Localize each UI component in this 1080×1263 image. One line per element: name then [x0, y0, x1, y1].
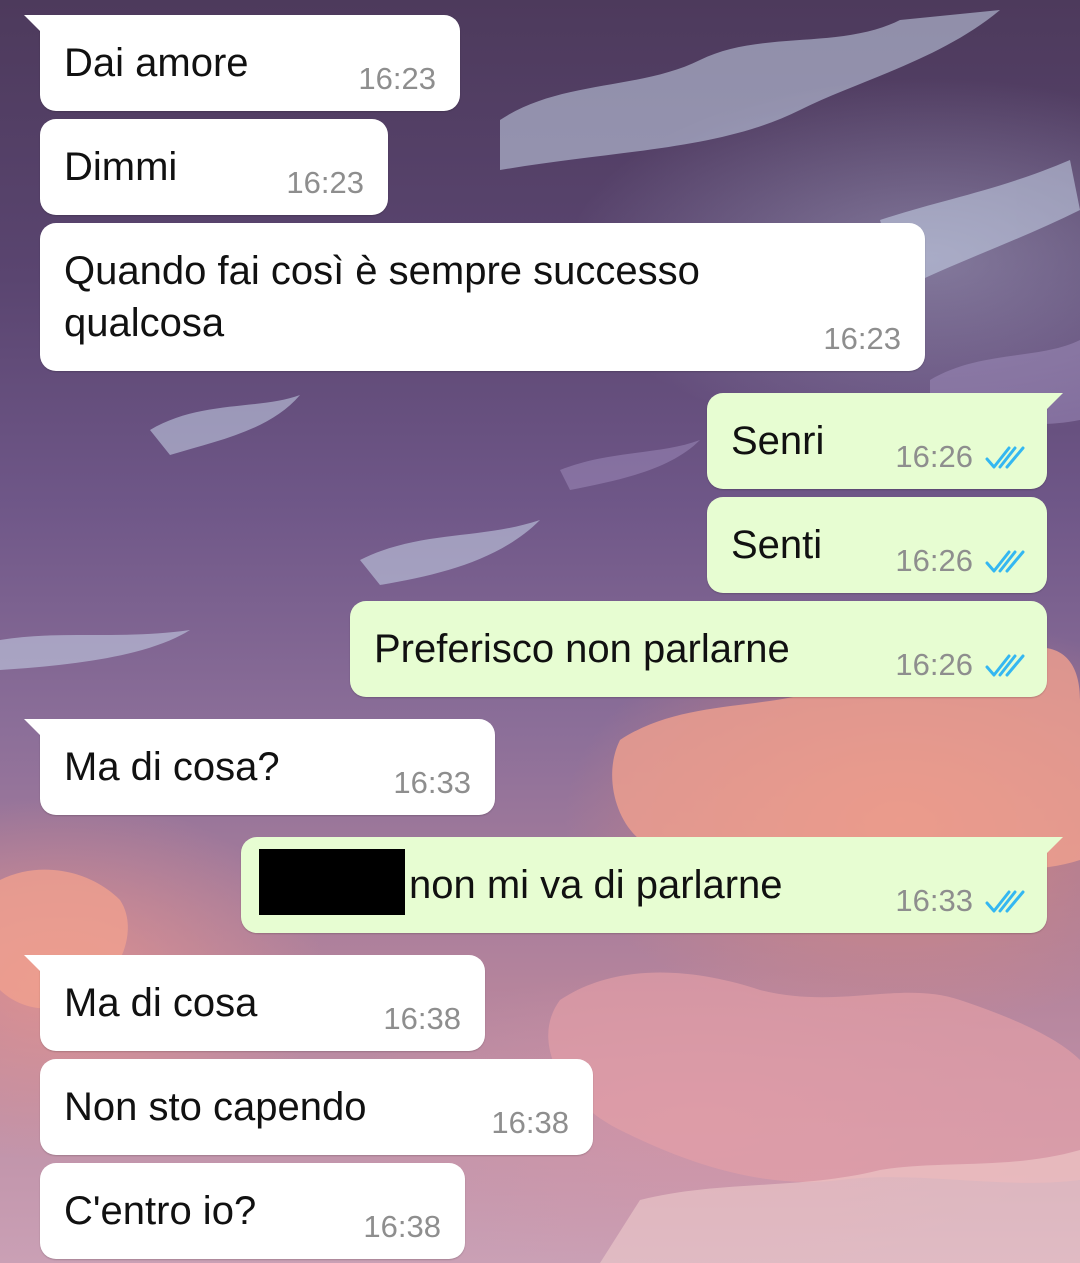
message-text: Quando fai così è sempre successo qualco… [64, 249, 700, 345]
message-text: Senri [731, 419, 825, 463]
message-time: 16:33 [895, 883, 973, 918]
message-time: 16:38 [491, 1105, 569, 1140]
message-time: 16:33 [393, 765, 471, 800]
incoming-message[interactable]: C'entro io? 16:38 [40, 1163, 465, 1259]
message-text: Dai amore [64, 41, 249, 85]
message-text: Dimmi [64, 145, 178, 189]
message-time: 16:23 [286, 165, 364, 200]
incoming-message[interactable]: Ma di cosa 16:38 [24, 955, 485, 1051]
read-receipt-icon [985, 890, 1025, 913]
read-receipt-icon [985, 550, 1025, 573]
message-text: Preferisco non parlarne [374, 627, 790, 671]
read-receipt-icon [985, 446, 1025, 469]
message-time: 16:38 [363, 1209, 441, 1244]
message-time: 16:38 [383, 1001, 461, 1036]
message-time: 16:26 [895, 543, 973, 578]
redaction-box [259, 849, 405, 915]
message-text: Ma di cosa [64, 981, 258, 1025]
message-text: non mi va di parlarne [409, 863, 783, 907]
incoming-message[interactable]: Non sto capendo 16:38 [40, 1059, 593, 1155]
incoming-message[interactable]: Ma di cosa? 16:33 [24, 719, 495, 815]
message-time: 16:26 [895, 647, 973, 682]
outgoing-message[interactable]: Preferisco non parlarne 16:26 [350, 601, 1047, 697]
message-time: 16:23 [358, 61, 436, 96]
incoming-message[interactable]: Dimmi 16:23 [40, 119, 388, 215]
message-text: Non sto capendo [64, 1085, 367, 1129]
message-time: 16:23 [823, 321, 901, 356]
incoming-message[interactable]: Dai amore 16:23 [24, 15, 460, 111]
incoming-message[interactable]: Quando fai così è sempre successo qualco… [40, 223, 925, 371]
outgoing-message[interactable]: Senri 16:26 [707, 393, 1063, 489]
message-time: 16:26 [895, 439, 973, 474]
message-text: Ma di cosa? [64, 745, 280, 789]
read-receipt-icon [985, 654, 1025, 677]
message-text: Senti [731, 523, 823, 567]
message-text: C'entro io? [64, 1189, 257, 1233]
outgoing-message[interactable]: Senti 16:26 [707, 497, 1047, 593]
outgoing-message[interactable]: non mi va di parlarne 16:33 [241, 837, 1063, 933]
